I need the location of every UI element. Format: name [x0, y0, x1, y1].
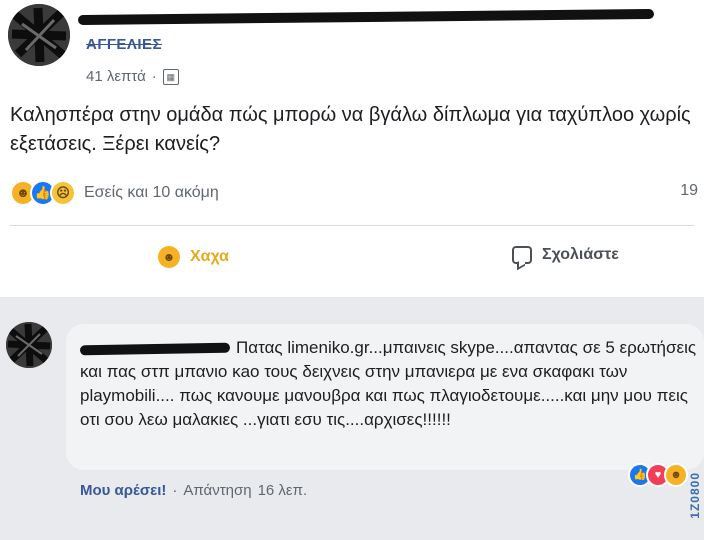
post-meta: 41 λεπτά · ▦ [86, 68, 179, 85]
redacted-author-name [77, 8, 655, 26]
post-time[interactable]: 41 λεπτά [86, 68, 146, 85]
group-icon: ▦ [162, 68, 179, 85]
comment-reactions[interactable]: 👍 ♥ ☻ [628, 463, 688, 487]
reactions-summary[interactable]: Εσείς και 10 ακόμη [84, 184, 219, 202]
group-name[interactable]: ΑΓΓΕΛΙΕΣ [86, 36, 162, 53]
comment-body: Πατας limeniko.gr...μπαινεις skype....απ… [79, 336, 704, 432]
post-text: Καλησπέρα στην ομάδα πώς μπορώ να βγάλω … [10, 104, 691, 155]
haha-button[interactable]: ☻ Χαχα [158, 246, 229, 268]
haha-reaction-icon: ☻ [664, 463, 688, 487]
comment-reply-button[interactable]: Απάντηση [183, 482, 251, 499]
haha-label: Χαχα [190, 248, 229, 265]
comment-count[interactable]: 19 [680, 182, 698, 200]
divider [10, 225, 694, 226]
comment-meta: Μου αρέσει! · Απάντηση 16 λεπ. [80, 482, 307, 499]
post-reactions[interactable]: ☻ 👍 ☹ Εσείς και 10 ακόμη [10, 180, 219, 206]
post-author-avatar[interactable] [8, 4, 70, 66]
meta-separator: · [151, 68, 157, 85]
comment-time[interactable]: 16 λεπ. [258, 482, 308, 499]
watermark: 1Z0800 [688, 472, 702, 519]
comment-icon [512, 246, 532, 264]
post-card: ΑΓΓΕΛΙΕΣ 41 λεπτά · ▦ Καλησπέρα στην ομά… [0, 0, 704, 297]
comment-button[interactable]: Σχολιάστε [512, 246, 619, 264]
haha-icon: ☻ [158, 246, 180, 268]
meta-separator: · [172, 482, 178, 499]
sad-reaction-icon: ☹ [50, 180, 76, 206]
commenter-avatar[interactable] [6, 322, 52, 368]
comment-label: Σχολιάστε [542, 246, 619, 263]
comment-like-button[interactable]: Μου αρέσει! [80, 482, 166, 499]
redacted-commenter-name [79, 342, 231, 355]
